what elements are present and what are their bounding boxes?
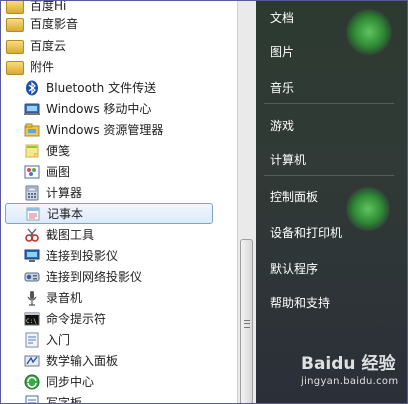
sync-center-icon: [24, 374, 40, 390]
wordpad-icon: [24, 395, 40, 403]
link-computer[interactable]: 计算机: [270, 151, 306, 168]
decorative-orb: [346, 187, 390, 231]
program-sync-center[interactable]: 同步中心: [24, 371, 94, 392]
program-connect-projector[interactable]: 连接到投影仪: [24, 245, 118, 266]
program-paint[interactable]: 画图: [24, 161, 70, 182]
program-wordpad[interactable]: 写字板: [24, 392, 83, 404]
folder-baidu-yun[interactable]: 百度云: [6, 35, 66, 56]
program-label: 录音机: [46, 291, 83, 305]
program-getting-started[interactable]: 入门: [24, 329, 70, 350]
folder-icon: [6, 60, 24, 75]
all-programs-list: 百度Hi 百度影音 百度云 附件 Bluetooth 文件传送 Windows …: [1, 1, 237, 404]
program-label: 百度影音: [30, 17, 79, 31]
program-label: 便笺: [46, 144, 71, 158]
program-label: 同步中心: [46, 375, 95, 389]
link-documents[interactable]: 文档: [270, 9, 294, 26]
scrollbar[interactable]: [237, 1, 256, 403]
decorative-orb: [346, 9, 392, 55]
folder-icon: [6, 17, 24, 32]
link-default-programs[interactable]: 默认程序: [270, 260, 318, 277]
program-label: 画图: [46, 165, 71, 179]
program-label: 百度云: [30, 39, 67, 53]
right-pane: 文档 图片 音乐 游戏 计算机 控制面板 设备和打印机 默认程序 帮助和支持: [256, 1, 407, 403]
program-label: 入门: [46, 333, 71, 347]
calculator-icon: [24, 185, 40, 201]
link-games[interactable]: 游戏: [270, 117, 294, 134]
program-label: 截图工具: [46, 228, 95, 242]
program-label: Windows 资源管理器: [46, 123, 164, 137]
folder-icon: [6, 1, 24, 14]
folder-accessories[interactable]: 附件: [6, 56, 54, 77]
program-mobility-center[interactable]: Windows 移动中心: [24, 98, 151, 119]
link-devices-printers[interactable]: 设备和打印机: [270, 224, 342, 241]
program-label: Bluetooth 文件传送: [46, 81, 157, 95]
program-network-projector[interactable]: 连接到网络投影仪: [24, 266, 142, 287]
link-music[interactable]: 音乐: [270, 79, 294, 96]
watermark-url: jingyan.baidu.com: [301, 376, 399, 387]
scrollbar-thumb[interactable]: [240, 239, 253, 403]
projector-icon: [24, 248, 40, 264]
network-projector-icon: [24, 269, 40, 285]
getting-started-icon: [24, 332, 40, 348]
program-math-input[interactable]: 数学输入面板: [24, 350, 118, 371]
baidu-watermark: Baidu 经验 jingyan.baidu.com: [301, 349, 398, 387]
program-explorer[interactable]: Windows 资源管理器: [24, 119, 163, 140]
watermark-title: Baidu 经验: [301, 354, 396, 374]
notepad-icon: [25, 206, 41, 222]
start-menu: 百度Hi 百度影音 百度云 附件 Bluetooth 文件传送 Windows …: [0, 0, 408, 404]
program-bluetooth[interactable]: Bluetooth 文件传送: [24, 77, 156, 98]
program-label: 附件: [30, 60, 55, 74]
program-sticky-notes[interactable]: 便笺: [24, 140, 70, 161]
program-label: 命令提示符: [46, 312, 107, 326]
program-label: 写字板: [46, 396, 83, 404]
program-label: Windows 移动中心: [46, 102, 152, 116]
program-sound-recorder[interactable]: 录音机: [24, 287, 82, 308]
math-input-icon: [24, 353, 40, 369]
link-help-support[interactable]: 帮助和支持: [270, 294, 330, 311]
program-calculator[interactable]: 计算器: [24, 182, 82, 203]
folder-baidu-yingyin[interactable]: 百度影音: [6, 13, 78, 34]
svg-text:C:\: C:\: [26, 318, 37, 325]
program-label: 连接到网络投影仪: [46, 270, 143, 284]
program-label: 连接到投影仪: [46, 249, 119, 263]
program-label: 计算器: [46, 186, 83, 200]
program-snipping-tool[interactable]: 截图工具: [24, 224, 94, 245]
cmd-icon: C:\: [24, 311, 40, 327]
mobility-center-icon: [24, 101, 40, 117]
link-pictures[interactable]: 图片: [270, 43, 294, 60]
program-command-prompt[interactable]: C:\ 命令提示符: [24, 308, 106, 329]
separator: [264, 175, 394, 176]
folder-icon: [6, 39, 24, 54]
separator: [264, 103, 394, 104]
link-control-panel[interactable]: 控制面板: [270, 188, 318, 205]
explorer-icon: [24, 122, 40, 138]
program-notepad[interactable]: 记事本: [5, 203, 213, 224]
program-label: 数学输入面板: [46, 354, 119, 368]
snipping-tool-icon: [24, 227, 40, 243]
bluetooth-icon: [24, 80, 40, 96]
grip-icon: [244, 320, 250, 328]
sticky-notes-icon: [24, 143, 40, 159]
paint-icon: [24, 164, 40, 180]
program-label: 记事本: [47, 207, 84, 221]
microphone-icon: [24, 290, 40, 306]
